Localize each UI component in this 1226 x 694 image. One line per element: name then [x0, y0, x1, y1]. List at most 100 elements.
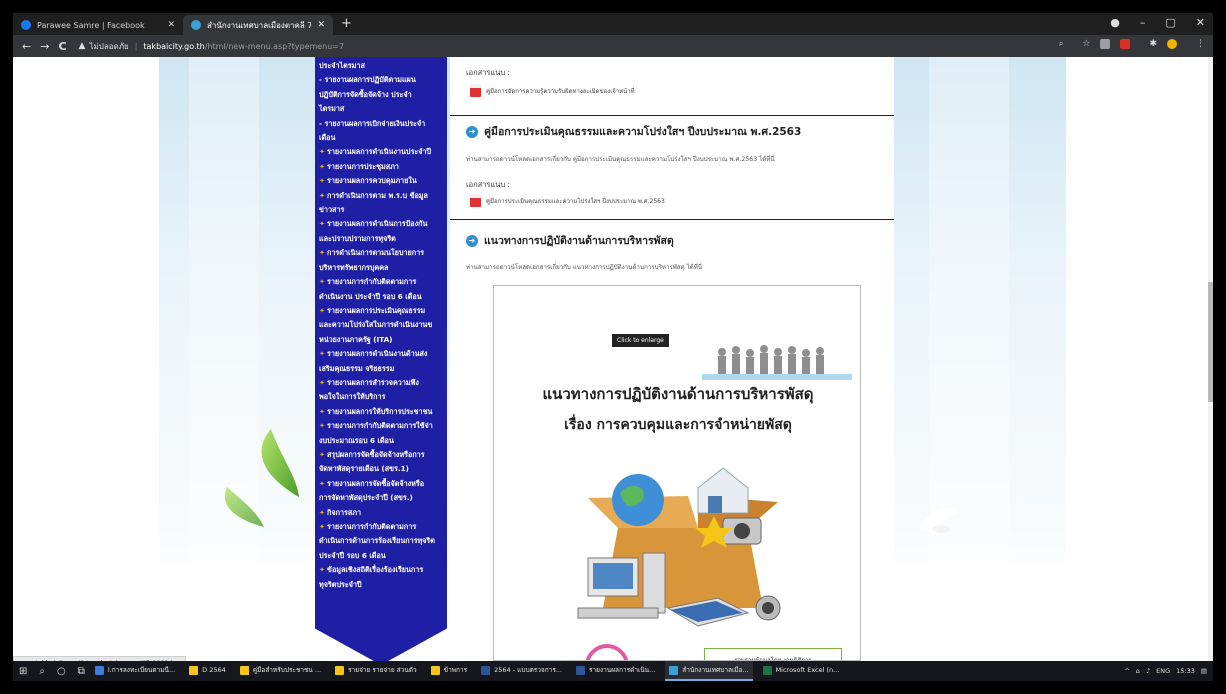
- side-menu-item-label[interactable]: รายงานการกำกับติดตามการ: [327, 522, 416, 531]
- side-menu-item-label[interactable]: - รายงานผลการเบิกจ่ายเงินประจำ: [319, 119, 425, 128]
- side-menu-item-label[interactable]: ประจำไตรมาส: [319, 61, 365, 70]
- taskbar-app[interactable]: ข้าพการ: [427, 661, 471, 681]
- side-menu-item[interactable]: ✦ รายงานการกำกับติดตามการ: [319, 520, 443, 534]
- taskbar-app-label[interactable]: ข้าพการ: [444, 665, 467, 675]
- taskbar-app-label[interactable]: สำนักงานเทศบาลเมือ...: [682, 665, 748, 675]
- side-menu-item-label[interactable]: ข่าวสาร: [319, 205, 344, 214]
- side-menu-item[interactable]: ✦ รายงานผลการให้บริการประชาชน: [319, 405, 443, 419]
- document-preview[interactable]: Click to enlarge แนวทางการปฏิบัติงานด้าน…: [493, 285, 861, 661]
- side-menu-item[interactable]: และความโปร่งใสในการดำเนินงานข: [319, 318, 443, 332]
- side-menu-item[interactable]: การจัดหาพัสดุประจำปี (สขร.): [319, 491, 443, 505]
- side-menu-item[interactable]: ดำเนินการด้านการร้องเรียนการทุจริต: [319, 534, 443, 548]
- side-menu-item[interactable]: จัดหาพัสดุรายเดือน (สขร.1): [319, 462, 443, 476]
- side-menu-item-label[interactable]: กิจการสภา: [327, 508, 361, 517]
- extensions-puzzle-icon[interactable]: ✱: [1149, 39, 1157, 49]
- taskbar-app[interactable]: l.การลงทะเบียนตามนี...: [91, 661, 179, 681]
- side-menu-item[interactable]: ข่าวสาร: [319, 203, 443, 217]
- attachment-link[interactable]: คู่มือการจัดการความรู้ความรับผิดทางละเมิ…: [470, 84, 635, 97]
- taskbar-app[interactable]: สำนักงานเทศบาลเมือ...: [665, 661, 753, 681]
- side-menu-item-label[interactable]: รายงานการกำกับติดตามการ: [327, 277, 416, 286]
- security-label[interactable]: ไม่ปลอดภัย: [89, 40, 128, 53]
- side-menu-item-label[interactable]: ปฏิบัติการจัดซื้อจัดจ้าง ประจำ: [319, 90, 412, 99]
- side-menu-item-label[interactable]: รายงานผลการควบคุมภายใน: [327, 176, 417, 185]
- side-menu-item[interactable]: - รายงานผลการเบิกจ่ายเงินประจำ: [319, 117, 443, 131]
- notification-icon[interactable]: ▤: [1201, 667, 1207, 675]
- language-indicator[interactable]: ENG: [1156, 667, 1170, 675]
- side-menu-item-label[interactable]: บริหารทรัพยากรบุคคล: [319, 263, 388, 272]
- side-menu-item-label[interactable]: จัดหาพัสดุรายเดือน (สขร.1): [319, 464, 409, 473]
- side-menu-item[interactable]: ✦ ข้อมูลเชิงสถิติเรื่องร้องเรียนการ: [319, 563, 443, 577]
- side-menu-item[interactable]: ✦ การดำเนินการตาม พ.ร.บ ข้อมูล: [319, 189, 443, 203]
- side-menu-item-label[interactable]: รายงานผลการดำเนินงานด้านส่ง: [327, 349, 427, 358]
- side-menu-item[interactable]: ✦ สรุปผลการจัดซื้อจัดจ้างหรือการ: [319, 448, 443, 462]
- side-menu-item[interactable]: ✦ รายงานการกำกับติดตามการ: [319, 275, 443, 289]
- profile-icon[interactable]: ●: [1110, 16, 1120, 29]
- side-menu-item[interactable]: ดำเนินงาน ประจำปี รอบ 6 เดือน: [319, 290, 443, 304]
- side-menu-item[interactable]: ✦ รายงานผลการสำรวจความพึง: [319, 376, 443, 390]
- side-menu-item[interactable]: เดือน: [319, 131, 443, 145]
- side-menu-item[interactable]: ประจำปี รอบ 6 เดือน: [319, 549, 443, 563]
- scrollbar-thumb[interactable]: [1208, 282, 1213, 402]
- side-menu-item-label[interactable]: การดำเนินการตามนโยบายการ: [327, 248, 424, 257]
- back-button[interactable]: ←: [22, 40, 31, 53]
- side-menu-item[interactable]: เสริมคุณธรรม จริยธรรม: [319, 362, 443, 376]
- taskbar-app[interactable]: D 2564: [185, 661, 230, 681]
- taskbar-app[interactable]: Microsoft Excel (n...: [759, 661, 844, 681]
- side-menu-item-label[interactable]: และปราบปรามการทุจริต: [319, 234, 396, 243]
- reload-button[interactable]: C: [58, 40, 66, 53]
- bookmark-star-icon[interactable]: ☆: [1082, 39, 1090, 49]
- side-menu-item-label[interactable]: การดำเนินการตาม พ.ร.บ ข้อมูล: [327, 191, 428, 200]
- task-view-icon[interactable]: ⧉: [78, 666, 85, 677]
- side-menu-item[interactable]: ✦ รายงานผลการจัดซื้อจัดจ้างหรือ: [319, 477, 443, 491]
- taskbar-app[interactable]: รายงานผลการดำเนิน...: [572, 661, 659, 681]
- network-icon[interactable]: ⌂: [1136, 667, 1140, 675]
- forward-button[interactable]: →: [40, 40, 49, 53]
- windows-start-icon[interactable]: ⊞: [19, 666, 27, 677]
- close-window-button[interactable]: ✕: [1196, 16, 1205, 29]
- side-menu-item[interactable]: ✦ รายงานผลการควบคุมภายใน: [319, 174, 443, 188]
- side-menu-item-label[interactable]: - รายงานผลการปฏิบัติตามแผน: [319, 75, 416, 84]
- side-menu-item[interactable]: ปฏิบัติการจัดซื้อจัดจ้าง ประจำ: [319, 88, 443, 102]
- side-menu-item[interactable]: - รายงานผลการปฏิบัติตามแผน: [319, 73, 443, 87]
- search-icon[interactable]: ⌕: [39, 666, 45, 677]
- attachment-link[interactable]: คู่มือการประเมินคุณธรรมและความโปร่งใสฯ ป…: [470, 194, 665, 207]
- side-menu-item[interactable]: บริหารทรัพยากรบุคคล: [319, 261, 443, 275]
- side-menu-item-label[interactable]: พอใจในการให้บริการ: [319, 392, 385, 401]
- side-menu-item-label[interactable]: ข้อมูลเชิงสถิติเรื่องร้องเรียนการ: [327, 565, 423, 574]
- attachment-file-name[interactable]: คู่มือการจัดการความรู้ความรับผิดทางละเมิ…: [486, 86, 635, 96]
- side-menu-item[interactable]: หน่วยงานภาครัฐ (ITA): [319, 333, 443, 347]
- side-menu-item[interactable]: ✦ รายงานผลการดำเนินงานด้านส่ง: [319, 347, 443, 361]
- side-menu-item-label[interactable]: ดำเนินงาน ประจำปี รอบ 6 เดือน: [319, 292, 422, 301]
- section-heading[interactable]: ➜ แนวทางการปฏิบัติงานด้านการบริหารพัสดุ: [466, 232, 674, 249]
- side-menu-item[interactable]: และปราบปรามการทุจริต: [319, 232, 443, 246]
- side-menu-item-label[interactable]: ทุจริตประจำปี: [319, 580, 362, 589]
- side-menu-item-label[interactable]: รายงานผลการดำเนินงานประจำปี: [327, 147, 431, 156]
- new-tab-button[interactable]: +: [341, 16, 352, 31]
- side-menu-item-label[interactable]: ไตรมาส: [319, 104, 344, 113]
- side-menu-item-label[interactable]: หน่วยงานภาครัฐ (ITA): [319, 335, 392, 344]
- side-menu-item[interactable]: ✦ รายงานผลการดำเนินงานประจำปี: [319, 145, 443, 159]
- click-to-enlarge-tooltip[interactable]: Click to enlarge: [612, 334, 669, 347]
- side-menu-item[interactable]: ✦ รายงานการกำกับติดตามการใช้จ่า: [319, 419, 443, 433]
- side-menu-item-label[interactable]: รายงานการกำกับติดตามการใช้จ่า: [327, 421, 433, 430]
- side-menu-item[interactable]: ✦ การดำเนินการตามนโยบายการ: [319, 246, 443, 260]
- side-menu-item[interactable]: พอใจในการให้บริการ: [319, 390, 443, 404]
- side-menu-item[interactable]: ✦ กิจการสภา: [319, 506, 443, 520]
- url-host[interactable]: takbaicity.go.th: [143, 42, 204, 51]
- side-menu-item-label[interactable]: ดำเนินการด้านการร้องเรียนการทุจริต: [319, 536, 435, 545]
- side-menu-item-label[interactable]: งบประมาณรอบ 6 เดือน: [319, 436, 394, 445]
- section-title[interactable]: แนวทางการปฏิบัติงานด้านการบริหารพัสดุ: [484, 232, 674, 249]
- menu-kebab-icon[interactable]: ⋮: [1196, 39, 1205, 49]
- volume-icon[interactable]: ♪: [1146, 667, 1150, 675]
- url-path[interactable]: /html/new-menu.asp?typemenu=7: [205, 42, 344, 51]
- close-tab-icon[interactable]: ✕: [317, 20, 325, 30]
- tab-takbaicity[interactable]: สำนักงานเทศบาลเมืองตาคลี 7/55 ห... ✕: [183, 15, 333, 35]
- side-menu-item-label[interactable]: ประจำปี รอบ 6 เดือน: [319, 551, 386, 560]
- side-menu-item-label[interactable]: รายงานผลการจัดซื้อจัดจ้างหรือ: [327, 479, 424, 488]
- zoom-icon[interactable]: ⌕: [1059, 39, 1063, 49]
- side-menu-item-label[interactable]: รายงานการประชุมสภา: [327, 162, 399, 171]
- tab-facebook[interactable]: Parawee Samre | Facebook ✕: [13, 15, 183, 35]
- side-menu-item[interactable]: ✦ รายงานผลการประเมินคุณธรรม: [319, 304, 443, 318]
- section-title[interactable]: คู่มือการประเมินคุณธรรมและความโปร่งใสฯ ป…: [484, 123, 801, 140]
- side-menu-item[interactable]: ทุจริตประจำปี: [319, 578, 443, 592]
